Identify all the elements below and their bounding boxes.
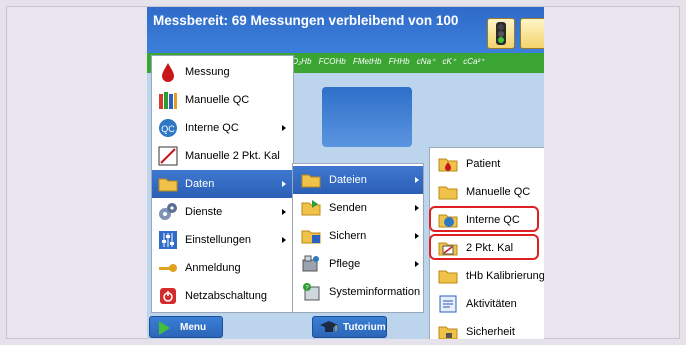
param-label: FHHb <box>388 57 410 66</box>
traffic-light-button[interactable] <box>487 18 515 49</box>
status-title: Messbereit: 69 Messungen verbleibend von… <box>153 13 459 28</box>
menu-item-manuelle-qc[interactable]: Manuelle QC <box>152 86 293 114</box>
param-label: FMetHb <box>352 57 382 66</box>
submenu-arrow-icon <box>415 233 419 239</box>
menu-item-label: Messung <box>185 66 230 78</box>
submenu-item-patient[interactable]: Patient <box>430 150 544 178</box>
menu-item-label: Anmeldung <box>185 262 241 274</box>
activities-icon <box>439 295 457 313</box>
menu-item-label: Dienste <box>185 206 223 218</box>
submenu-item-manuelle-qc[interactable]: Manuelle QC <box>430 178 544 206</box>
submenu-arrow-icon <box>282 181 286 187</box>
calibration-graph-icon <box>158 146 178 166</box>
menu-item-label: Interne QC <box>185 122 239 134</box>
submenu-arrow-icon <box>415 261 419 267</box>
menu-item-label: Manuelle 2 Pkt. Kal <box>185 150 280 162</box>
submenu-item-pflege[interactable]: Pflege <box>293 250 423 278</box>
play-icon <box>159 321 170 335</box>
submenu-item-sichern[interactable]: Sichern <box>293 222 423 250</box>
folder-shortcut-button[interactable] <box>520 18 544 49</box>
menu-item-label: Netzabschaltung <box>185 290 267 302</box>
menu-item-messung[interactable]: Messung <box>152 58 293 86</box>
submenu-arrow-icon <box>282 125 286 131</box>
submenu-item-systeminformation[interactable]: ? Systeminformation <box>293 278 423 306</box>
submenu-item-label: Dateien <box>329 174 367 186</box>
gears-icon <box>159 203 177 220</box>
submenu-arrow-icon <box>282 209 286 215</box>
send-folder-icon <box>301 200 321 216</box>
submenu-item-label: Senden <box>329 202 367 214</box>
svg-text:QC: QC <box>161 124 175 134</box>
submenu-arrow-icon <box>415 205 419 211</box>
main-menu: Messung Manuelle QC QC Interne QC Manuel… <box>151 55 294 313</box>
menu-button-label: Menu <box>180 322 207 333</box>
backup-folder-icon <box>301 230 321 244</box>
daten-submenu: Dateien Senden Sichern Pflege ? Systemin… <box>292 163 424 313</box>
menu-button[interactable]: Menu <box>149 316 223 338</box>
submenu-item-label: Systeminformation <box>329 286 421 298</box>
param-label: FCOHb <box>318 57 346 66</box>
menu-item-interne-qc[interactable]: QC Interne QC <box>152 114 293 142</box>
background-panel <box>322 87 412 147</box>
folder-icon <box>301 174 321 188</box>
interne-qc-icon: QC <box>159 119 177 137</box>
submenu-item-senden[interactable]: Senden <box>293 194 423 222</box>
param-label: cK⁺ <box>442 57 457 66</box>
tutorial-button-label: Tutorium <box>343 322 386 333</box>
submenu-item-aktivitaeten[interactable]: Aktivitäten <box>430 290 544 318</box>
submenu-item-dateien[interactable]: Dateien <box>293 166 423 194</box>
submenu-item-label: Sicherheit <box>466 326 515 338</box>
submenu-item-label: Patient <box>466 158 501 170</box>
submenu-item-label: tHb Kalibrierung <box>466 270 544 282</box>
system-info-icon: ? <box>303 283 320 301</box>
power-icon <box>160 288 176 304</box>
status-bar: Messbereit: 69 Messungen verbleibend von… <box>147 7 544 53</box>
maintenance-icon <box>302 255 319 272</box>
folder-icon <box>158 178 178 192</box>
submenu-item-label: Manuelle QC <box>466 186 531 198</box>
parameter-labels: FO₂Hb FCOHb FMetHb FHHb cNa⁺ cK⁺ cCa²⁺ <box>287 57 489 66</box>
tutorial-button[interactable]: Tutorium <box>312 316 387 338</box>
folder-icon <box>438 186 458 200</box>
submenu-item-label: Pflege <box>329 258 361 270</box>
menu-item-dienste[interactable]: Dienste <box>152 198 293 226</box>
graduation-cap-icon <box>320 321 338 332</box>
param-label: cNa⁺ <box>416 57 436 66</box>
submenu-item-thb-kalibrierung[interactable]: tHb Kalibrierung <box>430 262 544 290</box>
menu-item-label: Daten <box>185 178 215 190</box>
menu-item-netzabschaltung[interactable]: Netzabschaltung <box>152 282 293 310</box>
key-icon <box>159 264 177 272</box>
param-label: cCa²⁺ <box>463 57 485 66</box>
qc-vials-icon <box>159 92 177 109</box>
patient-folder-icon <box>438 158 458 172</box>
analyzer-screen: Messbereit: 69 Messungen verbleibend von… <box>147 7 544 339</box>
menu-item-daten[interactable]: Daten <box>152 170 293 198</box>
sliders-icon <box>159 231 177 249</box>
security-folder-icon <box>438 326 458 339</box>
menu-item-label: Einstellungen <box>185 234 252 246</box>
submenu-arrow-icon <box>415 177 419 183</box>
folder-icon <box>438 270 458 284</box>
menu-item-anmeldung[interactable]: Anmeldung <box>152 254 293 282</box>
submenu-item-sicherheit[interactable]: Sicherheit <box>430 318 544 339</box>
highlight-2pkt-kal <box>429 234 539 260</box>
traffic-light-icon <box>496 22 506 45</box>
menu-item-manuelle-2pkt-kal[interactable]: Manuelle 2 Pkt. Kal <box>152 142 293 170</box>
highlight-interne-qc <box>429 206 539 232</box>
blood-drop-icon <box>162 63 174 82</box>
menu-item-einstellungen[interactable]: Einstellungen <box>152 226 293 254</box>
menu-item-label: Manuelle QC <box>185 94 250 106</box>
submenu-arrow-icon <box>282 237 286 243</box>
submenu-item-label: Sichern <box>329 230 367 242</box>
submenu-item-label: Aktivitäten <box>466 298 517 310</box>
